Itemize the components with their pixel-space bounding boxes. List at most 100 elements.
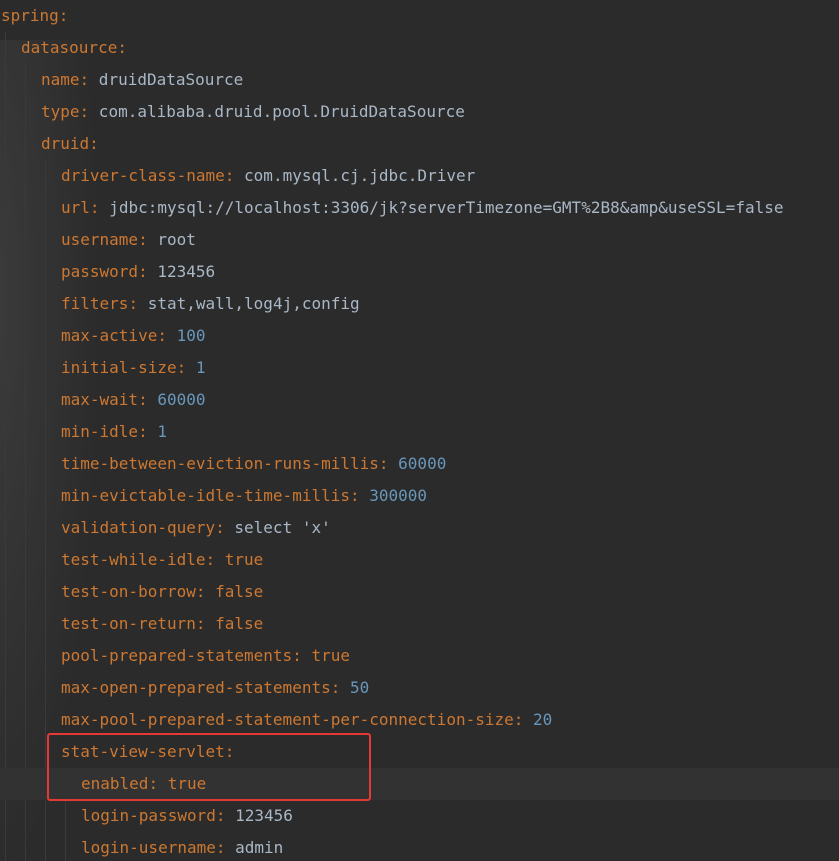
yaml-key: min-idle xyxy=(61,422,139,441)
code-line[interactable]: filters: stat,wall,log4j,config xyxy=(0,288,360,320)
yaml-value: 1 xyxy=(186,358,206,377)
code-line[interactable]: spring: xyxy=(0,0,68,32)
yaml-value: false xyxy=(205,582,264,601)
yaml-colon: : xyxy=(224,166,235,185)
yaml-value: stat,wall,log4j,config xyxy=(138,294,360,313)
yaml-key: test-while-idle xyxy=(61,550,206,569)
yaml-colon: : xyxy=(215,518,225,537)
code-line[interactable]: test-on-return: false xyxy=(0,608,263,640)
yaml-value: com.mysql.cj.jdbc.Driver xyxy=(234,166,476,185)
yaml-colon: : xyxy=(195,614,206,633)
yaml-key: max-wait xyxy=(61,390,139,409)
yaml-key: druid xyxy=(41,134,90,153)
code-line[interactable]: pool-prepared-statements: true xyxy=(0,640,350,672)
code-line[interactable]: max-wait: 60000 xyxy=(0,384,206,416)
yaml-colon: : xyxy=(330,678,341,697)
yaml-colon: : xyxy=(148,774,159,793)
yaml-colon: : xyxy=(79,70,90,89)
code-line[interactable]: enabled: true xyxy=(0,768,839,800)
yaml-value: 60000 xyxy=(147,390,206,409)
yaml-key: name xyxy=(41,70,80,89)
code-line[interactable]: min-idle: 1 xyxy=(0,416,167,448)
code-line[interactable]: driver-class-name: com.mysql.cj.jdbc.Dri… xyxy=(0,160,475,192)
yaml-colon: : xyxy=(89,134,99,153)
yaml-colon: : xyxy=(89,198,100,217)
yaml-colon: : xyxy=(378,454,389,473)
code-line[interactable]: max-pool-prepared-statement-per-connecti… xyxy=(0,704,552,736)
yaml-value: false xyxy=(205,614,264,633)
yaml-key: initial-size xyxy=(61,358,177,377)
code-line[interactable]: type: com.alibaba.druid.pool.DruidDataSo… xyxy=(0,96,465,128)
code-line[interactable]: test-on-borrow: false xyxy=(0,576,263,608)
yaml-value: 60000 xyxy=(388,454,447,473)
code-line[interactable]: druid: xyxy=(0,128,99,160)
yaml-key: url xyxy=(61,198,90,217)
code-line[interactable]: initial-size: 1 xyxy=(0,352,206,384)
code-line[interactable]: login-username: admin xyxy=(0,832,283,861)
yaml-colon: : xyxy=(513,710,524,729)
yaml-key: pool-prepared-statements xyxy=(61,646,293,665)
yaml-key: filters xyxy=(61,294,129,313)
yaml-colon: : xyxy=(195,582,206,601)
code-line[interactable]: stat-view-servlet: xyxy=(0,736,234,768)
yaml-key: min-evictable-idle-time-millis xyxy=(61,486,350,505)
yaml-colon: : xyxy=(138,262,148,281)
code-line[interactable]: min-evictable-idle-time-millis: 300000 xyxy=(0,480,427,512)
yaml-colon: : xyxy=(138,422,148,441)
yaml-colon: : xyxy=(224,742,235,761)
yaml-value: 50 xyxy=(340,678,370,697)
yaml-key: driver-class-name xyxy=(61,166,225,185)
yaml-value: true xyxy=(158,774,207,793)
code-line[interactable]: username: root xyxy=(0,224,196,256)
yaml-key: max-pool-prepared-statement-per-connecti… xyxy=(61,710,514,729)
yaml-key: max-open-prepared-statements xyxy=(61,678,331,697)
yaml-colon: : xyxy=(117,38,127,57)
code-line[interactable]: validation-query: select 'x' xyxy=(0,512,331,544)
yaml-colon: : xyxy=(215,806,226,825)
yaml-value: admin xyxy=(225,838,284,857)
code-line[interactable]: max-active: 100 xyxy=(0,320,206,352)
yaml-value: 20 xyxy=(523,710,553,729)
code-line[interactable]: test-while-idle: true xyxy=(0,544,263,576)
yaml-colon: : xyxy=(157,326,167,345)
yaml-colon: : xyxy=(205,550,216,569)
yaml-value: 300000 xyxy=(359,486,428,505)
yaml-key: type xyxy=(41,102,80,121)
yaml-key: max-active xyxy=(61,326,158,345)
yaml-key: password xyxy=(61,262,139,281)
yaml-colon: : xyxy=(292,646,302,665)
yaml-value: select 'x' xyxy=(224,518,331,537)
code-line[interactable]: time-between-eviction-runs-millis: 60000 xyxy=(0,448,446,480)
code-line[interactable]: url: jdbc:mysql://localhost:3306/jk?serv… xyxy=(0,192,783,224)
yaml-key: spring xyxy=(1,6,59,25)
yaml-key: time-between-eviction-runs-millis xyxy=(61,454,379,473)
yaml-value: druidDataSource xyxy=(89,70,244,89)
yaml-key: stat-view-servlet xyxy=(61,742,225,761)
code-line[interactable]: login-password: 123456 xyxy=(0,800,293,832)
yaml-colon: : xyxy=(58,6,69,25)
code-editor[interactable]: spring: datasource: name: druidDataSource t… xyxy=(0,0,839,861)
code-line[interactable]: datasource: xyxy=(0,32,127,64)
code-line[interactable]: name: druidDataSource xyxy=(0,64,243,96)
yaml-key: datasource xyxy=(21,38,118,57)
yaml-colon: : xyxy=(176,358,187,377)
yaml-colon: : xyxy=(128,294,139,313)
yaml-value: jdbc:mysql://localhost:3306/jk?serverTim… xyxy=(99,198,784,217)
yaml-key: validation-query xyxy=(61,518,216,537)
yaml-value: 123456 xyxy=(225,806,293,825)
yaml-value: com.alibaba.druid.pool.DruidDataSource xyxy=(89,102,465,121)
yaml-colon: : xyxy=(215,838,226,857)
yaml-key: test-on-return xyxy=(61,614,196,633)
code-line[interactable]: max-open-prepared-statements: 50 xyxy=(0,672,369,704)
yaml-value: 1 xyxy=(147,422,167,441)
yaml-key: username xyxy=(61,230,139,249)
yaml-key: enabled xyxy=(81,774,149,793)
yaml-key: test-on-borrow xyxy=(61,582,196,601)
yaml-value: root xyxy=(147,230,196,249)
yaml-key: login-password xyxy=(81,806,216,825)
yaml-value: 123456 xyxy=(147,262,216,281)
code-line[interactable]: password: 123456 xyxy=(0,256,215,288)
yaml-colon: : xyxy=(138,230,148,249)
yaml-colon: : xyxy=(138,390,148,409)
yaml-key: login-username xyxy=(81,838,216,857)
